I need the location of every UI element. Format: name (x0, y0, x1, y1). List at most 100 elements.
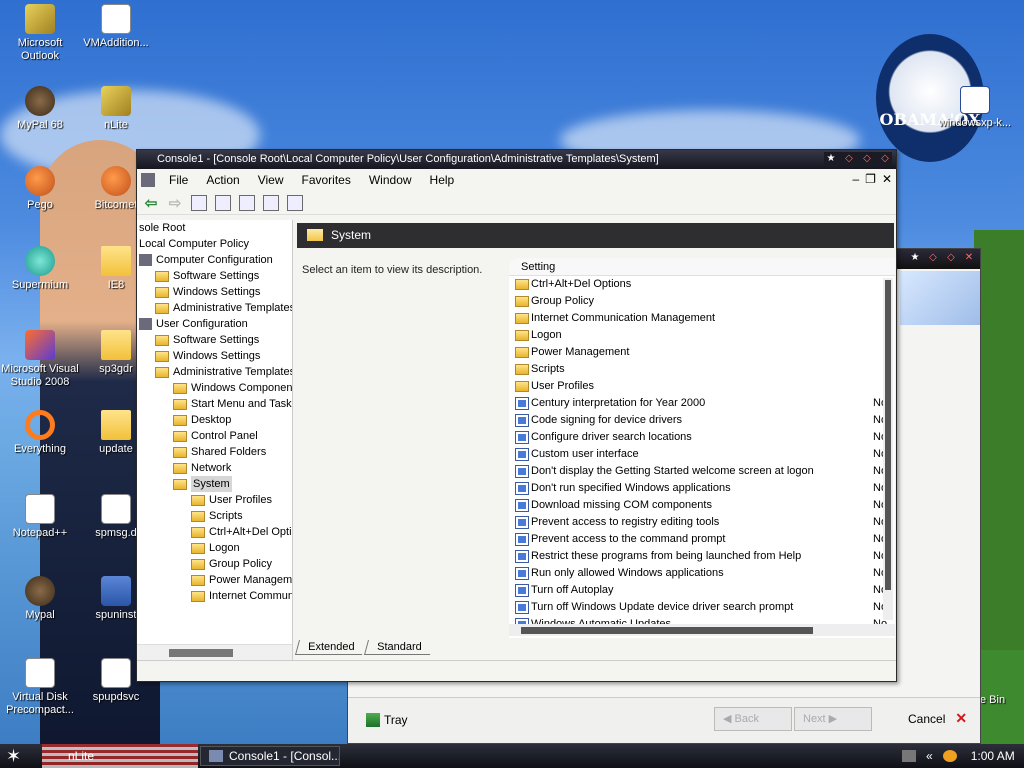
tree-item[interactable]: Software Settings (137, 332, 292, 348)
menu-action[interactable]: Action (198, 171, 247, 189)
up-one-level-icon[interactable] (191, 194, 207, 211)
setting-row[interactable]: Prevent access to registry editing tools… (509, 514, 895, 531)
setting-row[interactable]: Prevent access to the command prompt No (509, 531, 895, 548)
tree-item[interactable]: sole Root (137, 220, 292, 236)
desktop-icon[interactable]: Mypal (0, 576, 80, 622)
scrollbar-thumb[interactable] (885, 280, 891, 590)
cancel-button[interactable]: Cancel ✕ (888, 707, 976, 731)
tree-item[interactable]: Shared Folders (137, 444, 292, 460)
folder-row[interactable]: Internet Communication Management (509, 310, 895, 327)
menu-file[interactable]: File (161, 171, 196, 189)
tree-item[interactable]: Windows Settings (137, 348, 292, 364)
folder-row[interactable]: Power Management (509, 344, 895, 361)
maximize-icon[interactable]: ◇ (944, 251, 958, 265)
menu-favorites[interactable]: Favorites (294, 171, 359, 189)
close-icon[interactable]: ◇ (878, 152, 892, 166)
tree-item[interactable]: Logon (137, 540, 292, 556)
list-horizontal-scrollbar[interactable] (509, 624, 895, 636)
desktop-icon[interactable]: MyPal 68 (0, 86, 80, 132)
list-vertical-scrollbar[interactable] (883, 278, 893, 620)
tree-item[interactable]: Desktop (137, 412, 292, 428)
folder-row[interactable]: User Profiles (509, 378, 895, 395)
tree-item[interactable]: Group Policy (137, 556, 292, 572)
tree-item[interactable]: Internet Communication (137, 588, 292, 604)
chevron-icon[interactable]: « (926, 749, 933, 763)
desktop-icon[interactable]: Supermium (0, 246, 80, 292)
tree-item[interactable]: Windows Settings (137, 284, 292, 300)
tree-item[interactable]: User Profiles (137, 492, 292, 508)
keyboard-icon[interactable] (902, 750, 916, 762)
tree-item[interactable]: Local Computer Policy (137, 236, 292, 252)
tree-item[interactable]: Ctrl+Alt+Del Options (137, 524, 292, 540)
minimize-icon[interactable]: ◇ (926, 251, 940, 265)
tree-item[interactable]: Power Management (137, 572, 292, 588)
help-icon[interactable] (263, 194, 279, 211)
setting-row[interactable]: Don't display the Getting Started welcom… (509, 463, 895, 480)
tree-item[interactable]: Windows Components (137, 380, 292, 396)
maximize-icon[interactable]: ◇ (860, 152, 874, 166)
back-button[interactable]: ◀ Back (714, 707, 792, 731)
taskbar-button-console1[interactable]: Console1 - [Consol... (200, 746, 340, 766)
setting-row[interactable]: Turn off Windows Update device driver se… (509, 599, 895, 616)
tree-horizontal-scrollbar[interactable] (137, 644, 292, 660)
setting-row[interactable]: Turn off Autoplay No (509, 582, 895, 599)
desktop-icon[interactable]: VMAddition... (76, 4, 156, 50)
setting-row[interactable]: Download missing COM components No (509, 497, 895, 514)
close-icon[interactable]: ✕ (962, 251, 976, 265)
folder-row[interactable]: Logon (509, 327, 895, 344)
column-header-setting[interactable]: Setting (509, 258, 895, 276)
folder-row[interactable]: Scripts (509, 361, 895, 378)
child-minimize-icon[interactable]: – (852, 172, 859, 186)
child-close-icon[interactable]: ✕ (882, 172, 892, 186)
setting-row[interactable]: Configure driver search locations No (509, 429, 895, 446)
setting-row[interactable]: Custom user interface No (509, 446, 895, 463)
desktop-icon[interactable]: Notepad++ (0, 494, 80, 540)
setting-row[interactable]: Run only allowed Windows applications No (509, 565, 895, 582)
setting-row[interactable]: Code signing for device drivers No (509, 412, 895, 429)
tab-extended[interactable]: Extended (294, 640, 367, 655)
desktop-icon[interactable]: Microsoft Visual Studio 2008 (0, 330, 80, 389)
back-arrow-icon[interactable]: ⇦ (143, 194, 159, 212)
minimize-icon[interactable]: ◇ (842, 152, 856, 166)
tree-item[interactable]: Computer Configuration (137, 252, 292, 268)
tree-item[interactable]: User Configuration (137, 316, 292, 332)
menu-view[interactable]: View (250, 171, 292, 189)
mmc-app-icon[interactable] (141, 173, 155, 187)
next-button[interactable]: Next ▶ (794, 707, 872, 731)
tree-item[interactable]: Administrative Templates (137, 300, 292, 316)
menu-help[interactable]: Help (422, 171, 463, 189)
setting-row[interactable]: Don't run specified Windows applications… (509, 480, 895, 497)
show-hide-tree-icon[interactable] (215, 194, 231, 211)
start-button[interactable]: ✶ (6, 746, 21, 767)
quicklaunch-nlite[interactable]: nLite (68, 749, 94, 763)
export-list-icon[interactable] (239, 194, 255, 211)
pin-icon[interactable]: ★ (908, 251, 922, 265)
tree-item[interactable]: Scripts (137, 508, 292, 524)
folder-row[interactable]: Group Policy (509, 293, 895, 310)
network-icon[interactable] (942, 750, 957, 762)
tree-item[interactable]: Software Settings (137, 268, 292, 284)
mmc-titlebar[interactable]: Console1 - [Console Root\Local Computer … (137, 150, 896, 169)
show-hide-action-pane-icon[interactable] (287, 194, 303, 211)
pin-icon[interactable]: ★ (824, 152, 838, 166)
tree-item[interactable]: Start Menu and Taskbar (137, 396, 292, 412)
child-restore-icon[interactable]: ❐ (865, 172, 876, 186)
desktop-icon[interactable]: nLite (76, 86, 156, 132)
recycle-bin-label[interactable]: e Bin (980, 694, 1024, 707)
tree-item[interactable]: Network (137, 460, 292, 476)
tree-item[interactable]: Administrative Templates (137, 364, 292, 380)
scrollbar-thumb[interactable] (169, 649, 233, 657)
desktop-icon-windowsxp[interactable]: windowsxp-k... (935, 86, 1015, 130)
menu-window[interactable]: Window (361, 171, 420, 189)
desktop-icon[interactable]: Everything (0, 410, 80, 456)
setting-row[interactable]: Century interpretation for Year 2000 No (509, 395, 895, 412)
tab-standard[interactable]: Standard (364, 640, 435, 655)
desktop-icon[interactable]: Virtual Disk Precompact... (0, 658, 80, 717)
scrollbar-thumb[interactable] (521, 627, 813, 634)
tray-button[interactable]: Tray (366, 713, 408, 727)
folder-row[interactable]: Ctrl+Alt+Del Options (509, 276, 895, 293)
desktop-icon[interactable]: Pego (0, 166, 80, 212)
tree-item[interactable]: Control Panel (137, 428, 292, 444)
setting-row[interactable]: Restrict these programs from being launc… (509, 548, 895, 565)
tree-item[interactable]: System (137, 476, 292, 492)
